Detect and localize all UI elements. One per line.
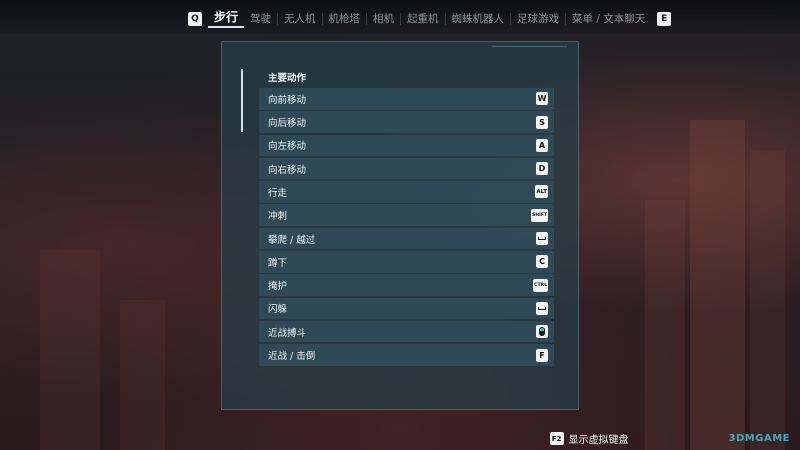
background-building <box>645 200 685 450</box>
background-building <box>120 300 165 450</box>
tab-camera[interactable]: 相机 <box>367 11 400 27</box>
a-key-icon[interactable]: A <box>536 138 548 152</box>
tab-turret[interactable]: 机枪塔 <box>323 11 367 27</box>
binding-row-move-back[interactable]: 向后移动 S <box>259 111 554 133</box>
binding-row-cover[interactable]: 掩护 CTRL <box>259 274 554 296</box>
controls-panel: 主要动作 向前移动 W 向后移动 S 向左移动 A 向右移动 D 行走 ALT … <box>221 41 579 410</box>
binding-row-melee[interactable]: 近战搏斗 <box>259 320 554 343</box>
binding-row-move-forward[interactable]: 向前移动 W <box>259 88 554 110</box>
binding-label: 向右移动 <box>268 164 307 176</box>
mouse-icon[interactable] <box>536 325 548 339</box>
bottom-hint-bar: F2 显示虚拟键盘 3DMGAME <box>549 431 790 446</box>
panel-decoration <box>492 46 567 50</box>
binding-label: 蹲下 <box>268 257 288 269</box>
binding-label: 行走 <box>268 187 288 199</box>
next-tab-key-e[interactable]: E <box>657 11 672 26</box>
binding-label: 攀爬 / 越过 <box>268 234 316 246</box>
background-building <box>690 120 745 450</box>
binding-label: 掩护 <box>268 281 288 293</box>
mouse-glyph <box>539 327 545 337</box>
binding-label: 冲刺 <box>268 211 288 223</box>
background-building <box>40 250 100 450</box>
shift-key-icon[interactable]: SHIFT <box>531 208 548 222</box>
space-glyph <box>538 237 546 241</box>
tab-football-game[interactable]: 足球游戏 <box>511 11 565 27</box>
space-key-icon[interactable] <box>536 232 548 246</box>
binding-label: 近战 / 击倒 <box>268 351 316 363</box>
binding-label: 近战搏斗 <box>268 327 307 339</box>
binding-label: 向前移动 <box>268 94 307 106</box>
f-key-icon[interactable]: F <box>536 348 548 362</box>
binding-label: 闪躲 <box>268 304 288 316</box>
scrollbar[interactable] <box>241 69 243 132</box>
c-key-icon[interactable]: C <box>536 255 548 269</box>
tab-spider-robot[interactable]: 蜘蛛机器人 <box>446 11 511 27</box>
binding-row-move-left[interactable]: 向左移动 A <box>259 134 554 157</box>
binding-row-melee-takedown[interactable]: 近战 / 击倒 F <box>259 344 554 366</box>
f2-key-icon[interactable]: F2 <box>549 432 564 445</box>
show-virtual-keyboard-label[interactable]: 显示虚拟键盘 <box>569 431 629 446</box>
binding-row-sprint[interactable]: 冲刺 SHIFT <box>259 204 554 226</box>
space-glyph <box>538 306 546 310</box>
category-tab-bar: Q 步行 驾驶 无人机 机枪塔 相机 起重机 蜘蛛机器人 足球游戏 菜单 / 文… <box>0 0 800 34</box>
binding-label: 向左移动 <box>268 141 307 153</box>
binding-row-move-right[interactable]: 向右移动 D <box>259 157 554 180</box>
prev-tab-key-q[interactable]: Q <box>188 11 202 26</box>
tab-walking[interactable]: 步行 <box>208 9 245 28</box>
space-key-icon[interactable] <box>536 301 548 315</box>
alt-key-icon[interactable]: ALT <box>535 185 548 199</box>
tab-drone[interactable]: 无人机 <box>278 11 322 27</box>
ctrl-key-icon[interactable]: CTRL <box>533 278 548 292</box>
binding-list: 向前移动 W 向后移动 S 向左移动 A 向右移动 D 行走 ALT 冲刺 SH… <box>259 88 554 368</box>
s-key-icon[interactable]: S <box>536 115 548 129</box>
w-key-icon[interactable]: W <box>536 92 548 106</box>
background-building <box>750 150 785 450</box>
tab-menu-text-chat[interactable]: 菜单 / 文本聊天 <box>566 11 651 27</box>
tab-list: Q 步行 驾驶 无人机 机枪塔 相机 起重机 蜘蛛机器人 足球游戏 菜单 / 文… <box>188 9 672 28</box>
tab-driving[interactable]: 驾驶 <box>244 11 277 27</box>
d-key-icon[interactable]: D <box>536 162 548 176</box>
watermark-logo: 3DMGAME <box>728 433 790 444</box>
tab-crane[interactable]: 起重机 <box>401 11 445 27</box>
binding-label: 向后移动 <box>268 118 307 130</box>
section-title: 主要动作 <box>268 73 307 84</box>
binding-row-dodge[interactable]: 闪躲 <box>259 297 554 320</box>
binding-row-walk[interactable]: 行走 ALT <box>259 181 554 203</box>
binding-row-climb-vault[interactable]: 攀爬 / 越过 <box>259 227 554 250</box>
binding-row-crouch[interactable]: 蹲下 C <box>259 251 554 273</box>
